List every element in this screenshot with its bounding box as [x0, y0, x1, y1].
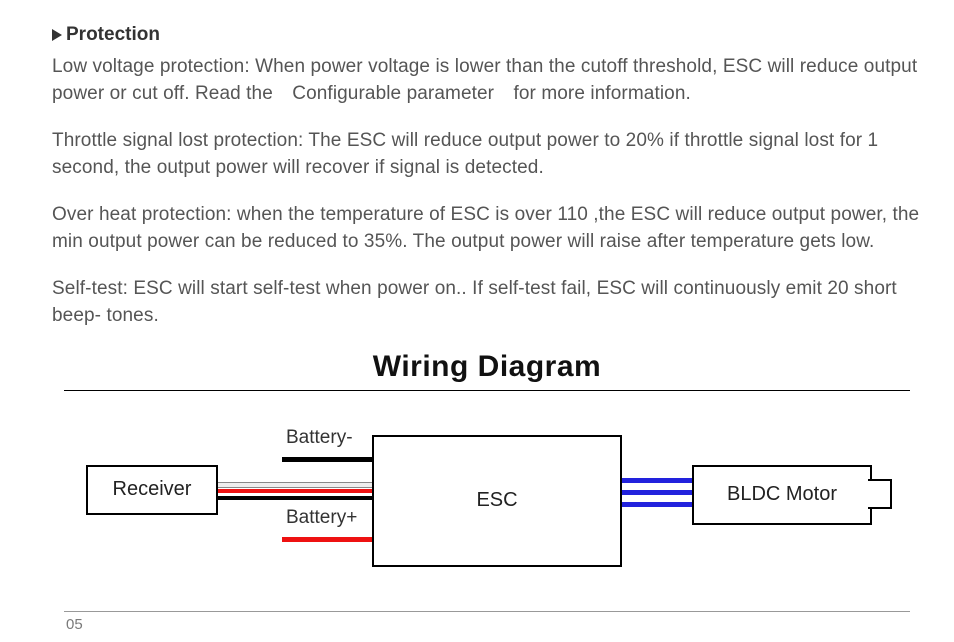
battery-pos-label: Battery+: [286, 507, 357, 529]
lowvoltage-part-c: for more information.: [513, 83, 690, 104]
esc-box: ESC: [372, 435, 622, 567]
receiver-box: Receiver: [86, 465, 218, 515]
battery-neg-wire: [282, 457, 372, 462]
receiver-wire-red: [214, 489, 372, 493]
motor-box: BLDC Motor: [692, 465, 872, 525]
receiver-label: Receiver: [113, 478, 192, 501]
motor-shaft: [868, 479, 892, 509]
triangle-icon: [52, 29, 62, 41]
diagram-title: Wiring Diagram: [52, 350, 922, 384]
wiring-diagram: Battery- Battery+ Receiver ESC BLDC Moto…: [52, 417, 922, 597]
receiver-wire-white: [214, 482, 374, 488]
motor-label: BLDC Motor: [727, 483, 837, 506]
battery-pos-wire: [282, 537, 372, 542]
footer-rule: [64, 611, 910, 612]
paragraph-throttle: Throttle signal lost protection: The ESC…: [52, 128, 922, 182]
battery-neg-label: Battery-: [286, 427, 353, 449]
section-heading: Protection: [52, 24, 922, 46]
paragraph-overheat: Over heat protection: when the temperatu…: [52, 202, 922, 256]
esc-label: ESC: [476, 489, 517, 512]
section-heading-text: Protection: [66, 24, 160, 46]
motor-wire-1: [618, 478, 692, 483]
motor-wire-3: [618, 502, 692, 507]
page-number: 05: [66, 616, 922, 633]
motor-wire-2: [618, 490, 692, 495]
diagram-title-rule: [64, 390, 910, 391]
receiver-wire-black: [214, 496, 372, 500]
lowvoltage-quoted: Configurable parameter: [292, 83, 494, 104]
paragraph-low-voltage: Low voltage protection: When power volta…: [52, 54, 922, 108]
paragraph-selftest: Self-test: ESC will start self-test when…: [52, 276, 922, 330]
